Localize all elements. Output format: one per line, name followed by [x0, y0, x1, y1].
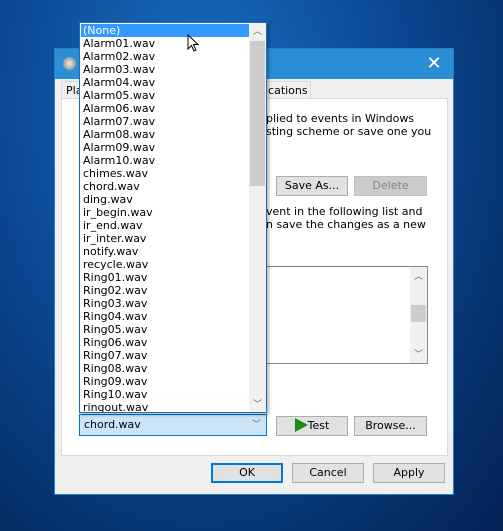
- dropdown-option[interactable]: (None): [81, 24, 249, 37]
- dropdown-option[interactable]: chimes.wav: [81, 167, 249, 180]
- sounds-dropdown-list[interactable]: (None) Alarm01.wav Alarm02.wav Alarm03.wav A…: [79, 22, 267, 413]
- dropdown-option[interactable]: Ring03.wav: [81, 297, 249, 310]
- dropdown-option[interactable]: notify.wav: [81, 245, 249, 258]
- scroll-up-icon[interactable]: ︿: [414, 269, 423, 282]
- save-as-button[interactable]: Save As...: [276, 176, 348, 196]
- scroll-thumb[interactable]: [250, 41, 265, 186]
- dropdown-option[interactable]: recycle.wav: [81, 258, 249, 271]
- dropdown-option[interactable]: chord.wav: [81, 180, 249, 193]
- dropdown-option[interactable]: ir_begin.wav: [81, 206, 249, 219]
- dropdown-option[interactable]: Ring06.wav: [81, 336, 249, 349]
- dropdown-option[interactable]: ding.wav: [81, 193, 249, 206]
- dropdown-option[interactable]: Alarm06.wav: [81, 102, 249, 115]
- events-scrollbar[interactable]: ︿ ﹀: [410, 267, 427, 363]
- close-icon[interactable]: ✕: [421, 53, 447, 75]
- dropdown-option[interactable]: Alarm07.wav: [81, 115, 249, 128]
- dropdown-option[interactable]: Alarm02.wav: [81, 50, 249, 63]
- scroll-down-icon[interactable]: ﹀: [414, 347, 423, 360]
- dropdown-option[interactable]: Ring08.wav: [81, 362, 249, 375]
- dropdown-option[interactable]: Ring02.wav: [81, 284, 249, 297]
- test-label: Test: [307, 419, 330, 432]
- dropdown-option[interactable]: Alarm10.wav: [81, 154, 249, 167]
- events-text-1: vent in the following list and: [266, 205, 423, 218]
- cancel-button[interactable]: Cancel: [292, 463, 364, 483]
- dropdown-option[interactable]: Alarm03.wav: [81, 63, 249, 76]
- dropdown-option[interactable]: Alarm05.wav: [81, 89, 249, 102]
- dropdown-option[interactable]: Alarm01.wav: [81, 37, 249, 50]
- dropdown-option[interactable]: ir_end.wav: [81, 219, 249, 232]
- dropdown-option[interactable]: Ring01.wav: [81, 271, 249, 284]
- intro-text-1: plied to events in Windows: [266, 112, 415, 125]
- sounds-combo[interactable]: chord.wav ﹀: [79, 414, 267, 436]
- dropdown-option[interactable]: Ring04.wav: [81, 310, 249, 323]
- dropdown-option[interactable]: Ring10.wav: [81, 388, 249, 401]
- apply-button[interactable]: Apply: [373, 463, 445, 483]
- dropdown-option[interactable]: ir_inter.wav: [81, 232, 249, 245]
- ok-button[interactable]: OK: [211, 463, 283, 483]
- mouse-cursor-icon: [187, 33, 200, 56]
- program-events-list[interactable]: ︿ ﹀: [266, 266, 428, 364]
- chevron-down-icon[interactable]: ﹀: [252, 415, 261, 435]
- scroll-thumb[interactable]: [411, 305, 426, 322]
- dropdown-option[interactable]: Ring05.wav: [81, 323, 249, 336]
- events-text-2: n save the changes as a new: [266, 218, 426, 231]
- speaker-icon: [63, 57, 76, 70]
- dropdown-option[interactable]: Ring09.wav: [81, 375, 249, 388]
- dropdown-option[interactable]: Alarm08.wav: [81, 128, 249, 141]
- play-icon: [294, 418, 308, 432]
- dropdown-option[interactable]: Ring07.wav: [81, 349, 249, 362]
- test-button[interactable]: Test: [276, 416, 348, 436]
- dropdown-scrollbar[interactable]: ︿ ﹀: [249, 23, 266, 412]
- intro-text-2: sting scheme or save one you: [266, 125, 432, 138]
- scroll-down-icon[interactable]: ﹀: [253, 397, 262, 410]
- dropdown-option[interactable]: Alarm09.wav: [81, 141, 249, 154]
- dropdown-option[interactable]: Alarm04.wav: [81, 76, 249, 89]
- combo-value: chord.wav: [84, 418, 141, 431]
- browse-button[interactable]: Browse...: [354, 416, 427, 436]
- delete-button: Delete: [354, 176, 427, 196]
- dropdown-option[interactable]: ringout.wav: [81, 401, 249, 412]
- scroll-up-icon[interactable]: ︿: [253, 24, 262, 37]
